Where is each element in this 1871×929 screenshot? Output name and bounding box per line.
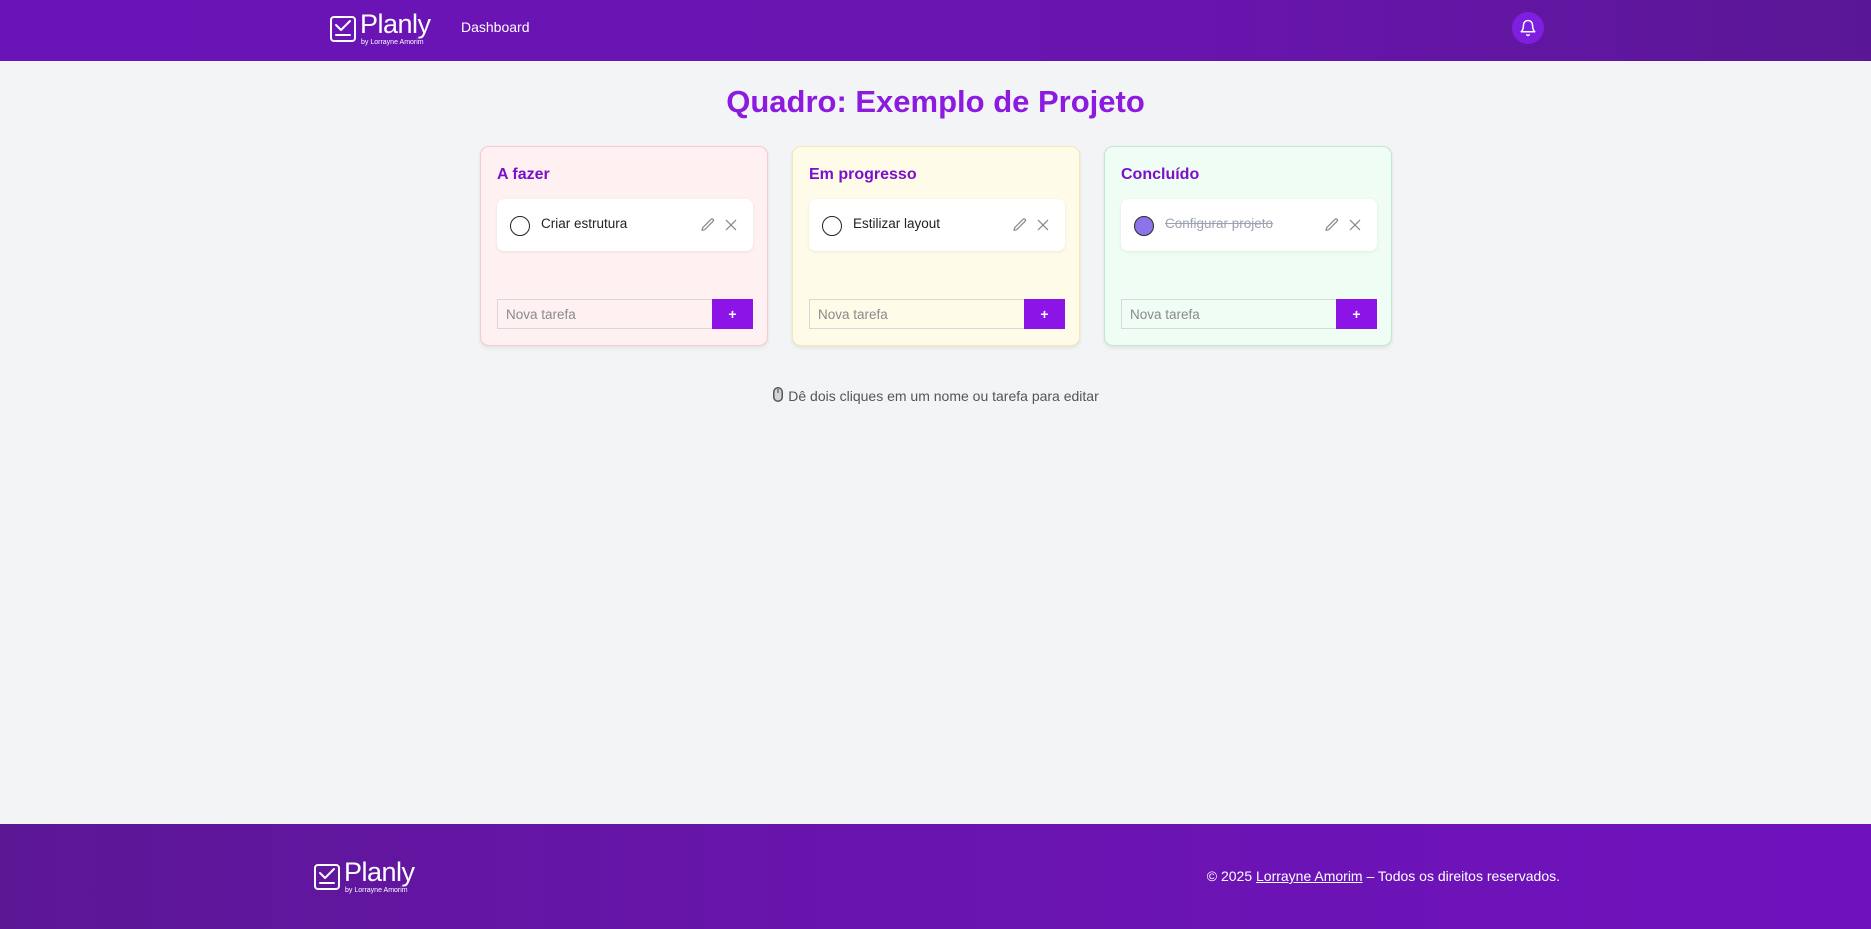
checkbox-logo-icon xyxy=(330,16,356,42)
logo-wordmark: Planly xyxy=(360,9,431,39)
column-title[interactable]: Em progresso xyxy=(809,166,917,184)
close-icon[interactable] xyxy=(723,217,739,233)
column-done: Concluído Configurar projeto + xyxy=(1104,146,1392,346)
copyright-suffix: – Todos os direitos reservados. xyxy=(1362,868,1560,884)
new-task-input[interactable] xyxy=(809,299,1024,329)
pencil-icon[interactable] xyxy=(700,217,716,233)
task-checkbox[interactable] xyxy=(510,216,530,236)
copyright-text: © 2025 Lorrayne Amorim – Todos os direit… xyxy=(1207,868,1560,884)
task-checkbox[interactable] xyxy=(822,216,842,236)
new-task-input[interactable] xyxy=(497,299,712,329)
add-task-button[interactable]: + xyxy=(1336,299,1377,329)
close-icon[interactable] xyxy=(1035,217,1051,233)
column-title[interactable]: Concluído xyxy=(1121,166,1199,184)
page-title[interactable]: Quadro: Exemplo de Projeto xyxy=(0,84,1871,120)
top-navbar: Planly by Lorrayne Amorim Dashboard xyxy=(0,0,1871,61)
pencil-icon[interactable] xyxy=(1324,217,1340,233)
add-task-button[interactable]: + xyxy=(712,299,753,329)
footer: Planly by Lorrayne Amorim © 2025 Lorrayn… xyxy=(0,824,1871,929)
column-in-progress: Em progresso Estilizar layout + xyxy=(792,146,1080,346)
edit-hint-text: Dê dois cliques em um nome ou tarefa par… xyxy=(788,388,1099,404)
task-label[interactable]: Configurar projeto xyxy=(1165,216,1273,231)
pencil-icon[interactable] xyxy=(1012,217,1028,233)
task-label[interactable]: Estilizar layout xyxy=(853,216,940,231)
column-todo: A fazer Criar estrutura + xyxy=(480,146,768,346)
edit-hint: Dê dois cliques em um nome ou tarefa par… xyxy=(0,386,1871,404)
add-task-button[interactable]: + xyxy=(1024,299,1065,329)
copyright-prefix: © 2025 xyxy=(1206,868,1256,884)
new-task-input[interactable] xyxy=(1121,299,1336,329)
task-label[interactable]: Criar estrutura xyxy=(541,216,627,231)
task-card[interactable]: Configurar projeto xyxy=(1121,199,1377,251)
task-checkbox-checked[interactable] xyxy=(1134,216,1154,236)
logo-byline: by Lorrayne Amorim xyxy=(361,39,424,46)
planly-logo-footer: Planly by Lorrayne Amorim xyxy=(313,859,415,894)
column-title[interactable]: A fazer xyxy=(497,166,550,184)
bell-icon xyxy=(1520,19,1536,37)
task-card[interactable]: Estilizar layout xyxy=(809,199,1065,251)
notifications-button[interactable] xyxy=(1512,12,1544,44)
logo-wordmark: Planly xyxy=(344,857,415,887)
mouse-icon xyxy=(773,387,784,402)
logo-byline: by Lorrayne Amorim xyxy=(345,887,408,894)
author-link[interactable]: Lorrayne Amorim xyxy=(1256,868,1363,884)
planly-logo[interactable]: Planly by Lorrayne Amorim xyxy=(329,11,431,46)
checkbox-logo-icon xyxy=(314,864,340,890)
task-card[interactable]: Criar estrutura xyxy=(497,199,753,251)
nav-link-dashboard[interactable]: Dashboard xyxy=(461,19,530,35)
close-icon[interactable] xyxy=(1347,217,1363,233)
